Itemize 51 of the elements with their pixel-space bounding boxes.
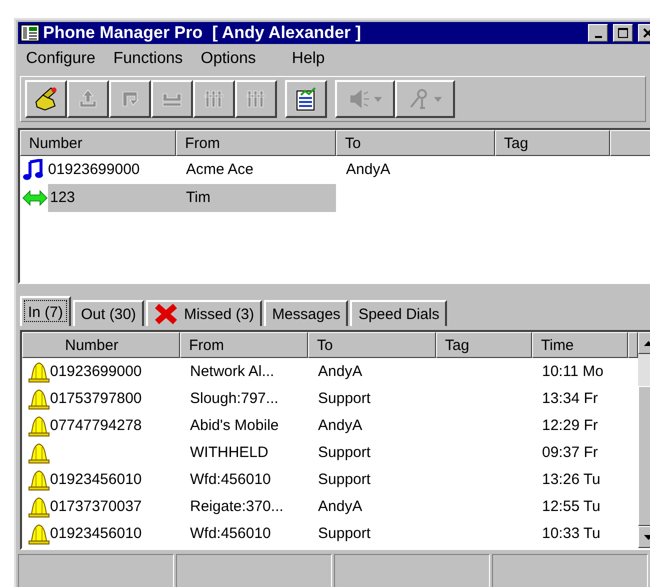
menu-item[interactable]: Configure	[20, 50, 108, 68]
tab[interactable]: Messages	[264, 300, 348, 326]
column-header[interactable]: To	[308, 332, 436, 358]
column-header[interactable]: From	[176, 130, 336, 156]
table-cell: 13:26 Tu	[542, 471, 600, 488]
column-header[interactable]: Tag	[495, 130, 610, 156]
table-cell: Wfd:456010	[190, 471, 271, 488]
table-cell[interactable]: AndyA	[336, 156, 495, 184]
table-cell[interactable]: Acme Ace	[176, 156, 336, 184]
column-header[interactable]: To	[336, 130, 495, 156]
table-cell: 10:33 Tu	[542, 525, 600, 542]
table-cell: 12:29 Fr	[542, 417, 598, 434]
table-cell: 01923699000	[50, 363, 142, 380]
table-cell: Reigate:370...	[190, 498, 284, 515]
table-cell: WITHHELD	[190, 444, 268, 461]
table-cell: 01753797800	[50, 390, 142, 407]
table-cell: Support	[318, 444, 371, 461]
window-title: Phone Manager Pro [ Andy Alexander ]	[43, 23, 362, 43]
table-cell: AndyA	[318, 363, 362, 380]
tab[interactable]: Speed Dials	[350, 300, 448, 326]
table-cell: AndyA	[318, 498, 362, 515]
table-cell: AndyA	[318, 417, 362, 434]
table-cell[interactable]: 01923699000	[46, 156, 176, 184]
table-cell: Slough:797...	[190, 390, 278, 407]
tab[interactable]: In (7)	[20, 296, 72, 326]
table-cell: Support	[318, 525, 371, 542]
menu-item[interactable]: Options	[194, 50, 286, 68]
tab[interactable]: Missed (3)	[146, 300, 262, 326]
menu-item[interactable]: Help	[286, 50, 337, 68]
column-header[interactable]: Number	[20, 130, 176, 156]
table-cell: Wfd:456010	[190, 525, 271, 542]
table-cell: 01737370037	[50, 498, 142, 515]
table-cell[interactable]: Tim	[176, 184, 336, 212]
table-cell[interactable]: 123	[48, 184, 176, 212]
table-cell: 07747794278	[50, 417, 142, 434]
table-cell: 01923456010	[50, 471, 142, 488]
table-cell: 13:34 Fr	[542, 390, 598, 407]
table-cell: 09:37 Fr	[542, 444, 598, 461]
column-header[interactable]: Time	[532, 332, 628, 358]
table-cell: 12:55 Tu	[542, 498, 600, 515]
column-header[interactable]: Tag	[436, 332, 532, 358]
table-cell: 10:11 Mo	[542, 363, 604, 380]
tab[interactable]: Out (30)	[73, 300, 144, 326]
column-header[interactable]: Number	[22, 332, 180, 358]
menu-item[interactable]: Functions	[107, 50, 195, 68]
table-cell: 01923456010	[50, 525, 142, 542]
table-cell: Support	[318, 471, 371, 488]
column-header[interactable]: From	[180, 332, 308, 358]
table-cell: Network Al...	[190, 363, 274, 380]
table-cell: Support	[318, 390, 371, 407]
table-cell: Abid's Mobile	[190, 417, 279, 434]
